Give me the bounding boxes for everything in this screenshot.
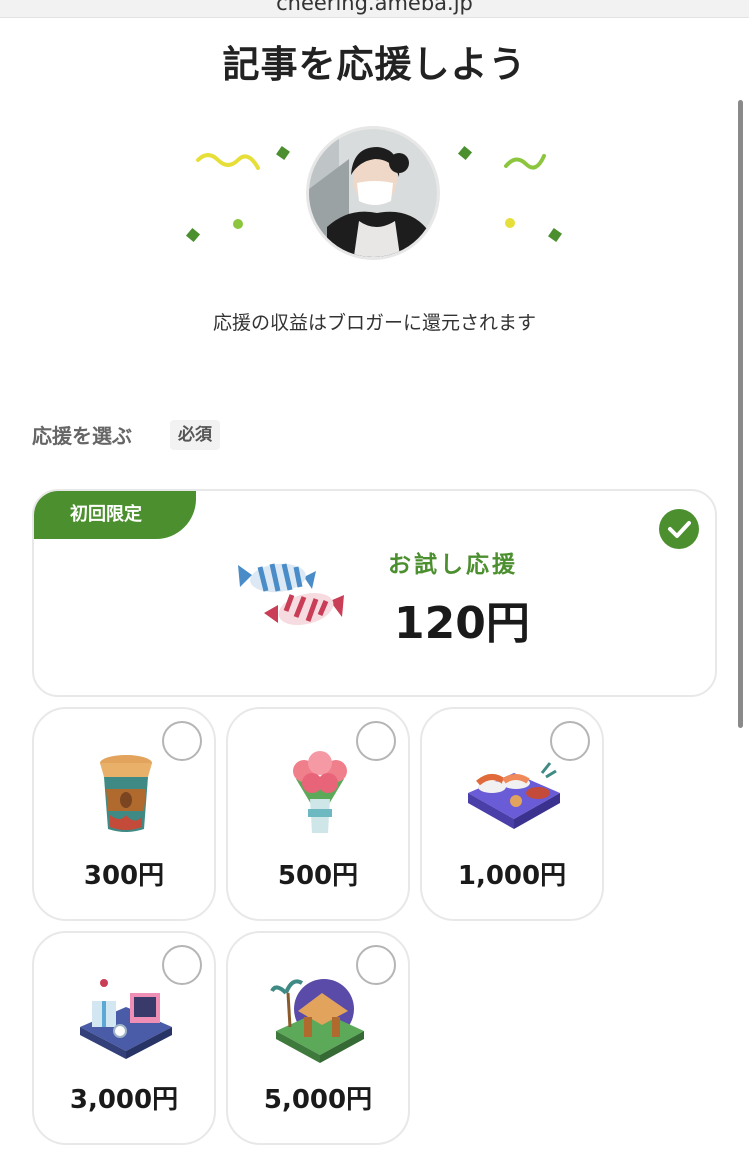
first-time-limited-badge: 初回限定 xyxy=(34,491,196,539)
support-option-3000[interactable]: 3,000円 xyxy=(32,931,216,1145)
option-price: 500円 xyxy=(277,861,359,891)
option-price: 300円 xyxy=(83,861,165,891)
trial-support-option[interactable]: 初回限定 お試し応援 120円 xyxy=(32,489,717,697)
bouquet-icon xyxy=(293,751,347,833)
option-price: 3,000円 xyxy=(69,1085,179,1115)
trial-name: お試し応援 xyxy=(388,552,518,578)
gift-desk-icon xyxy=(80,979,172,1059)
support-option-300[interactable]: 300円 xyxy=(32,707,216,921)
revenue-note: 応援の収益はブロガーに還元されます xyxy=(212,312,536,334)
url-text: cheering.ameba.jp xyxy=(276,0,473,15)
section-label: 応援を選ぶ xyxy=(32,424,132,448)
candy-icon xyxy=(238,563,344,626)
option-price: 5,000円 xyxy=(263,1085,373,1115)
hero-illustration xyxy=(180,120,570,270)
checkmark-icon xyxy=(659,509,699,549)
coffee-cup-icon xyxy=(100,755,152,832)
sushi-platter-icon xyxy=(468,762,560,829)
page-title: 記事を応援しよう xyxy=(222,43,527,86)
scrollbar[interactable] xyxy=(738,100,743,728)
blogger-avatar xyxy=(306,126,440,260)
island-resort-icon xyxy=(270,979,364,1063)
support-option-1000[interactable]: 1,000円 xyxy=(420,707,604,921)
trial-price: 120円 xyxy=(394,598,530,649)
required-badge: 必須 xyxy=(170,420,220,450)
support-option-500[interactable]: 500円 xyxy=(226,707,410,921)
option-price: 1,000円 xyxy=(457,861,567,891)
support-option-5000[interactable]: 5,000円 xyxy=(226,931,410,1145)
browser-url-bar[interactable]: cheering.ameba.jp xyxy=(0,0,749,18)
